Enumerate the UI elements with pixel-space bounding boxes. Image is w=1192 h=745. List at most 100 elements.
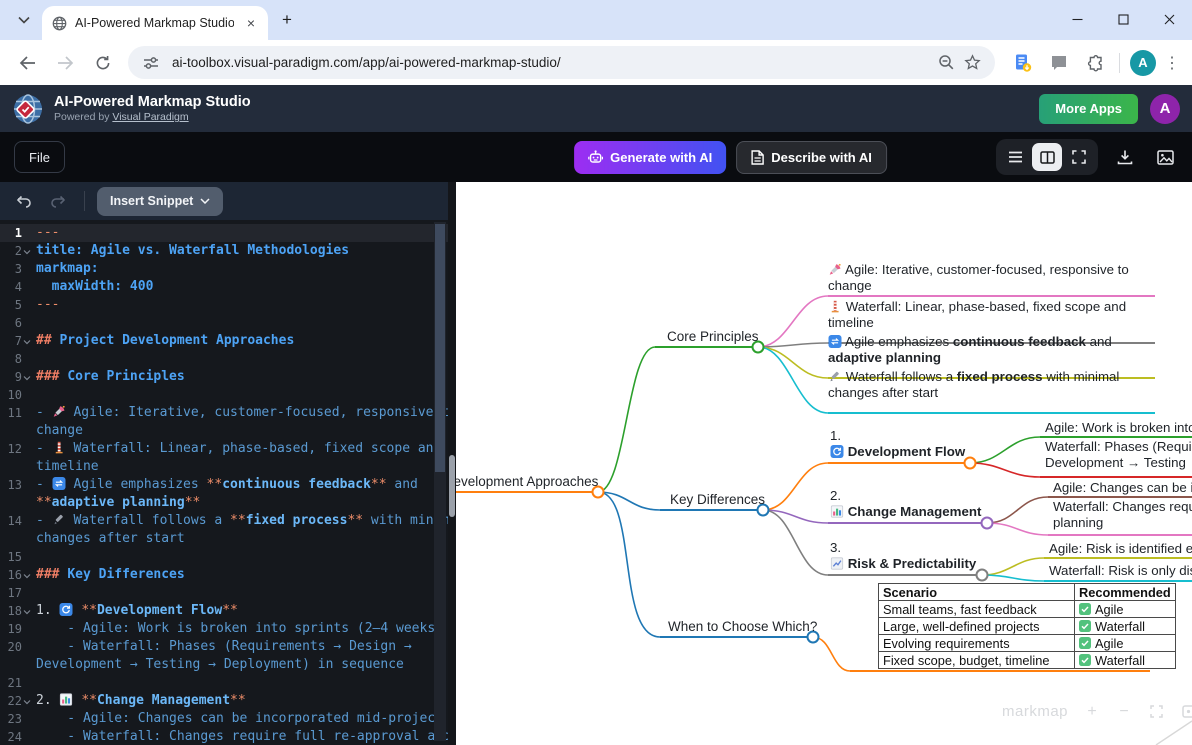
editor-line[interactable]: 3markmap: bbox=[0, 260, 448, 278]
fold-chevron-icon[interactable] bbox=[23, 570, 33, 580]
zoom-out-icon[interactable]: − bbox=[1116, 704, 1132, 720]
editor-line[interactable]: 10 bbox=[0, 386, 448, 404]
url-bar[interactable]: ai-toolbox.visual-paradigm.com/app/ai-po… bbox=[128, 46, 995, 79]
reload-button[interactable] bbox=[87, 47, 119, 79]
leaf-df-waterfall[interactable]: Waterfall: Phases (Require Development →… bbox=[1045, 439, 1192, 470]
split-drag-handle[interactable] bbox=[449, 455, 455, 517]
bookmark-star-icon[interactable] bbox=[959, 50, 985, 76]
extensions-icon[interactable] bbox=[1080, 48, 1110, 78]
fold-chevron-icon[interactable] bbox=[23, 372, 33, 382]
minimize-button[interactable] bbox=[1054, 0, 1100, 38]
markmap-brand[interactable]: markmap bbox=[1002, 703, 1068, 720]
editor-line[interactable]: changes after start bbox=[0, 530, 448, 548]
leaf-agile-feedback[interactable]: Agile emphasizes continuous feedback and… bbox=[828, 334, 1112, 365]
generate-with-ai-button[interactable]: Generate with AI bbox=[574, 141, 726, 174]
url-text[interactable]: ai-toolbox.visual-paradigm.com/app/ai-po… bbox=[172, 55, 933, 70]
node-when-to-choose[interactable]: When to Choose Which? bbox=[668, 619, 817, 634]
editor-line[interactable]: 8 bbox=[0, 350, 448, 368]
markmap-panel[interactable]: Project Development Approaches Core Prin… bbox=[456, 182, 1192, 745]
leaf-cm-agile[interactable]: Agile: Changes can be i bbox=[1053, 480, 1192, 496]
view-fullscreen-button[interactable] bbox=[1064, 143, 1094, 171]
docs-offline-icon[interactable] bbox=[1008, 48, 1038, 78]
leaf-df-agile[interactable]: Agile: Work is broken into s bbox=[1045, 420, 1192, 436]
editor-line[interactable]: 2title: Agile vs. Waterfall Methodologie… bbox=[0, 242, 448, 260]
view-editor-only-button[interactable] bbox=[1000, 143, 1030, 171]
zoom-in-icon[interactable]: + bbox=[1084, 704, 1100, 720]
editor-line[interactable]: 14- Waterfall follows a **fixed process*… bbox=[0, 512, 448, 530]
editor-line[interactable]: 16### Key Differences bbox=[0, 566, 448, 584]
leaf-rp-waterfall[interactable]: Waterfall: Risk is only dis bbox=[1049, 563, 1192, 579]
tab-close-icon[interactable]: × bbox=[242, 14, 260, 32]
file-menu-button[interactable]: File bbox=[14, 141, 65, 173]
leaf-waterfall-fixed[interactable]: Waterfall follows a fixed process with m… bbox=[828, 369, 1119, 400]
app-user-avatar[interactable]: A bbox=[1150, 94, 1180, 124]
node-circle-changemgmt[interactable] bbox=[982, 518, 993, 529]
node-risk-predictability[interactable]: 3. Risk & Predictability bbox=[830, 540, 976, 571]
recommendation-table[interactable]: ScenarioRecommendedSmall teams, fast fee… bbox=[878, 583, 1176, 669]
node-core-principles[interactable]: Core Principles bbox=[667, 329, 759, 344]
browser-tab[interactable]: AI-Powered Markmap Studio × bbox=[42, 6, 268, 40]
leaf-agile-iterative[interactable]: Agile: Iterative, customer-focused, resp… bbox=[828, 262, 1129, 293]
browser-menu-icon[interactable]: ⋮ bbox=[1160, 53, 1184, 73]
describe-with-ai-button[interactable]: Describe with AI bbox=[736, 141, 887, 174]
editor-line[interactable]: **adaptive planning** bbox=[0, 494, 448, 512]
editor-line[interactable]: 11- Agile: Iterative, customer-focused, … bbox=[0, 404, 448, 422]
editor-line[interactable]: 23 - Agile: Changes can be incorporated … bbox=[0, 710, 448, 728]
recurse-icon[interactable] bbox=[1180, 704, 1192, 720]
editor-line[interactable]: 13- Agile emphasizes **continuous feedba… bbox=[0, 476, 448, 494]
more-apps-button[interactable]: More Apps bbox=[1039, 94, 1138, 124]
editor-line[interactable]: 15 bbox=[0, 548, 448, 566]
view-split-button[interactable] bbox=[1032, 143, 1062, 171]
forward-button[interactable] bbox=[49, 47, 81, 79]
editor-line[interactable]: 222. **Change Management** bbox=[0, 692, 448, 710]
side-panel-icon[interactable] bbox=[1044, 48, 1074, 78]
maximize-button[interactable] bbox=[1100, 0, 1146, 38]
leaf-rp-agile[interactable]: Agile: Risk is identified ea bbox=[1049, 541, 1192, 557]
close-window-button[interactable] bbox=[1146, 0, 1192, 38]
leaf-waterfall-linear[interactable]: Waterfall: Linear, phase-based, fixed sc… bbox=[828, 299, 1126, 330]
node-circle-devflow[interactable] bbox=[965, 458, 976, 469]
editor-line[interactable]: 24 - Waterfall: Changes require full re-… bbox=[0, 728, 448, 745]
editor-line[interactable]: Development → Testing → Deployment) in s… bbox=[0, 656, 448, 674]
code-editor[interactable]: 1---2title: Agile vs. Waterfall Methodol… bbox=[0, 220, 448, 745]
leaf-cm-waterfall[interactable]: Waterfall: Changes requ planning bbox=[1053, 499, 1192, 530]
editor-line[interactable]: 6 bbox=[0, 314, 448, 332]
fold-chevron-icon[interactable] bbox=[23, 336, 33, 346]
editor-line[interactable]: 19 - Agile: Work is broken into sprints … bbox=[0, 620, 448, 638]
editor-line[interactable]: 17 bbox=[0, 584, 448, 602]
editor-line[interactable]: 9### Core Principles bbox=[0, 368, 448, 386]
node-circle-risk[interactable] bbox=[977, 570, 988, 581]
new-tab-button[interactable]: + bbox=[274, 7, 300, 33]
zoom-indicator-icon[interactable] bbox=[933, 50, 959, 76]
fold-chevron-icon[interactable] bbox=[23, 696, 33, 706]
editor-line[interactable]: 181. **Development Flow** bbox=[0, 602, 448, 620]
editor-line[interactable]: 21 bbox=[0, 674, 448, 692]
insert-snippet-button[interactable]: Insert Snippet bbox=[97, 187, 223, 216]
editor-line[interactable]: change bbox=[0, 422, 448, 440]
site-controls-icon[interactable] bbox=[138, 50, 164, 76]
editor-line[interactable]: 1--- bbox=[0, 224, 448, 242]
node-change-mgmt[interactable]: 2. Change Management bbox=[830, 488, 981, 519]
fold-chevron-icon[interactable] bbox=[23, 606, 33, 616]
undo-button[interactable] bbox=[10, 188, 38, 214]
editor-line[interactable]: 20 - Waterfall: Phases (Requirements → D… bbox=[0, 638, 448, 656]
editor-line[interactable]: timeline bbox=[0, 458, 448, 476]
node-dev-flow[interactable]: 1. Development Flow bbox=[830, 428, 965, 459]
redo-button[interactable] bbox=[44, 188, 72, 214]
editor-line[interactable]: 7## Project Development Approaches bbox=[0, 332, 448, 350]
fit-view-icon[interactable] bbox=[1148, 704, 1164, 720]
editor-line[interactable]: 5--- bbox=[0, 296, 448, 314]
fold-chevron-icon[interactable] bbox=[23, 246, 33, 256]
back-button[interactable] bbox=[11, 47, 43, 79]
browser-profile-avatar[interactable]: A bbox=[1130, 50, 1156, 76]
editor-scrollbar-thumb[interactable] bbox=[435, 224, 445, 472]
visual-paradigm-link[interactable]: Visual Paradigm bbox=[112, 111, 188, 123]
editor-line[interactable]: 12- Waterfall: Linear, phase-based, fixe… bbox=[0, 440, 448, 458]
tab-search-button[interactable] bbox=[10, 6, 38, 34]
node-key-differences[interactable]: Key Differences bbox=[670, 492, 765, 507]
editor-line[interactable]: 4 maxWidth: 400 bbox=[0, 278, 448, 296]
split-divider[interactable] bbox=[448, 182, 456, 745]
download-button[interactable] bbox=[1112, 144, 1138, 170]
editor-scrollbar[interactable] bbox=[434, 222, 446, 741]
export-image-button[interactable] bbox=[1152, 144, 1178, 170]
